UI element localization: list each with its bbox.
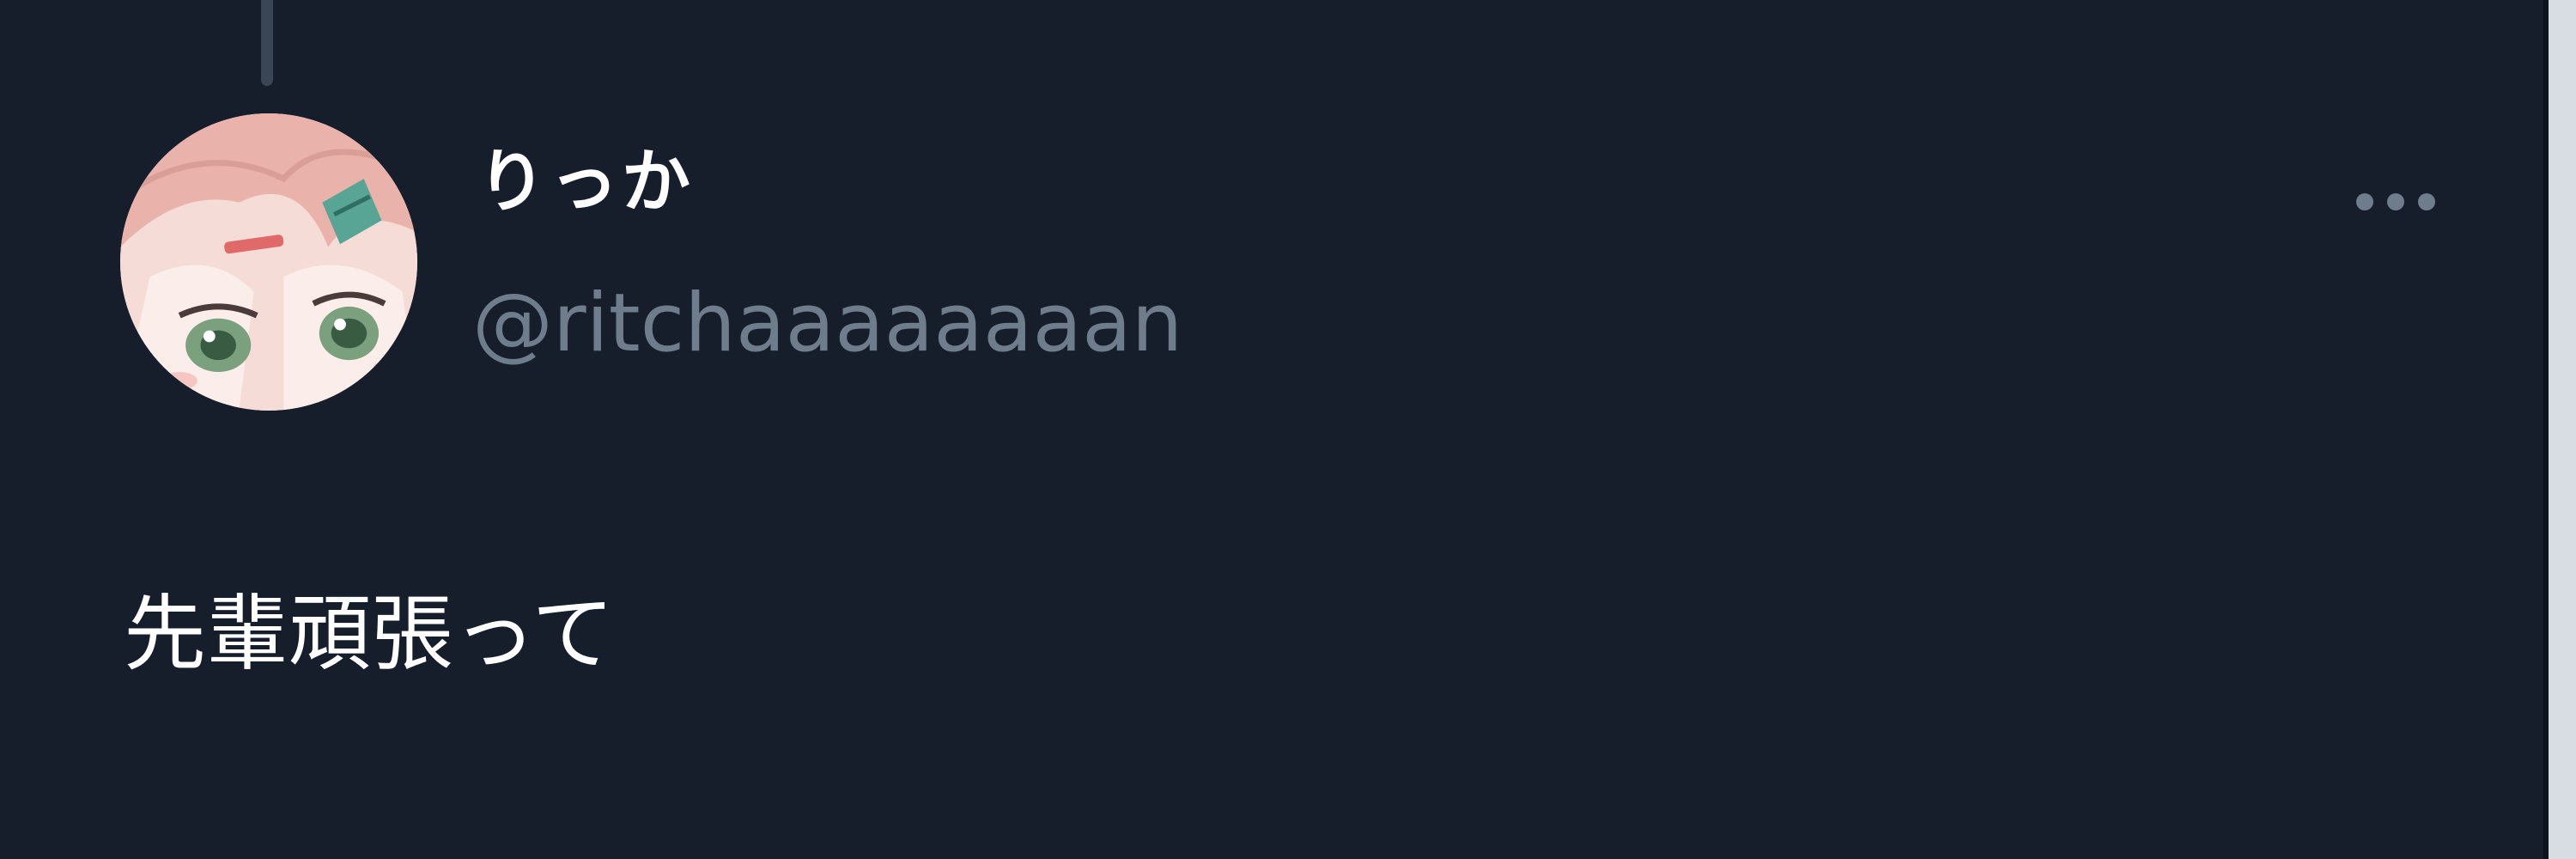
avatar-illustration [120,113,417,411]
more-horizontal-icon [2387,193,2404,210]
thread-connector-line [261,0,273,86]
more-options-button[interactable] [2344,172,2447,232]
tweet-container[interactable]: りっか @ritchaaaaaaaan 先輩頑張って [0,0,2576,859]
more-horizontal-icon [2356,193,2373,210]
tweet-text: 先輩頑張って [124,586,615,682]
window-edge-divider [2543,0,2576,859]
display-name[interactable]: りっか [477,148,694,216]
more-horizontal-icon [2418,193,2435,210]
user-handle[interactable]: @ritchaaaaaaaan [472,283,1182,364]
avatar[interactable] [120,113,417,411]
